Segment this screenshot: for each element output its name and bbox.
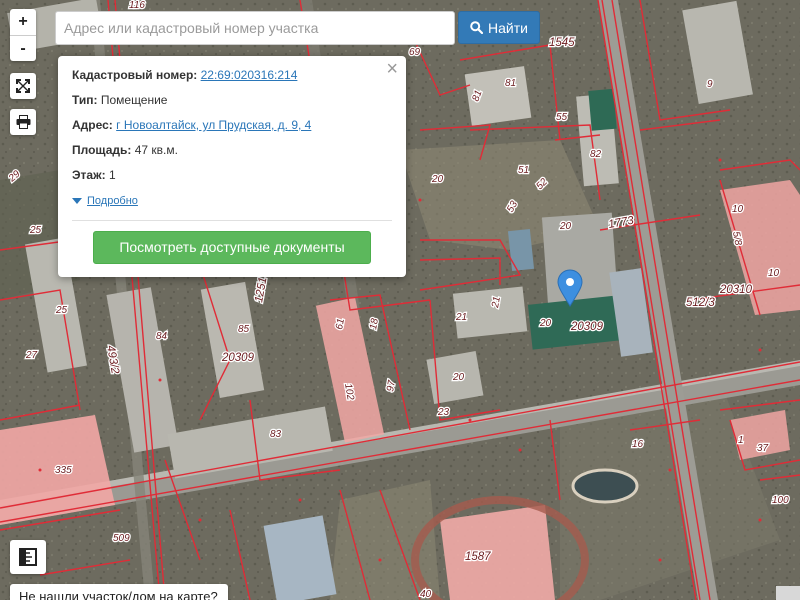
parcel-number-label: 37 — [757, 443, 769, 454]
cadastral-number-link[interactable]: 22:69:020316:214 — [201, 68, 298, 82]
parcel-number-label: 20309 — [221, 352, 255, 364]
parcel-number-label: 25 — [29, 225, 42, 236]
parcel-number-label: 69 — [409, 47, 421, 58]
parcel-number-label: 21 — [490, 296, 503, 310]
parcel-number-label: 82 — [590, 149, 602, 160]
printer-icon — [16, 115, 30, 129]
floor-label: Этаж: — [72, 168, 106, 182]
cadastral-label: Кадастровый номер: — [72, 68, 198, 82]
details-toggle-label: Подробно — [87, 195, 138, 207]
parcel-number-label: 25 — [55, 305, 68, 316]
parcel-number-label: 20 — [431, 174, 444, 185]
search-input[interactable] — [55, 11, 455, 45]
parcel-number-label: 51 — [518, 165, 529, 176]
search-icon — [470, 21, 484, 34]
zoom-out-button[interactable]: - — [10, 35, 36, 61]
measure-button[interactable] — [10, 540, 46, 574]
details-toggle[interactable]: Подробно — [72, 195, 138, 207]
type-label: Тип: — [72, 93, 98, 107]
parcel-number-label: 81 — [505, 78, 516, 89]
area-label: Площадь: — [72, 143, 132, 157]
zoom-in-button[interactable]: + — [10, 9, 36, 35]
area-row: Площадь: 47 кв.м. — [72, 143, 392, 168]
parcel-number-label: 16 — [632, 439, 644, 450]
parcel-number-label: 10 — [732, 204, 744, 215]
parcel-number-label: 100 — [772, 495, 789, 506]
parcel-number-label: 40 — [420, 589, 432, 600]
type-row: Тип: Помещение — [72, 93, 392, 118]
zoom-control: + - — [10, 9, 36, 61]
floor-value: 1 — [108, 168, 116, 182]
parcel-number-label: 85 — [238, 324, 250, 335]
parcel-number-label: 23 — [437, 407, 450, 418]
type-value: Помещение — [100, 93, 168, 107]
parcel-number-label: 20309 — [570, 321, 604, 333]
map-corner-control[interactable] — [776, 586, 800, 600]
parcel-number-label: 116 — [129, 0, 145, 11]
ruler-icon — [19, 548, 37, 566]
parcel-number-label: 9 — [707, 79, 713, 90]
not-found-link[interactable]: Не нашли участок/дом на карте? — [10, 584, 228, 600]
popup-divider — [72, 220, 392, 221]
search-button-label: Найти — [488, 19, 528, 36]
parcel-number-label: 20310 — [719, 284, 753, 296]
parcel-number-label: 1 — [738, 435, 744, 446]
parcel-number-label: 1545 — [549, 37, 575, 49]
parcel-number-label: 10 — [768, 268, 780, 279]
parcel-number-label: 512/3 — [686, 297, 715, 309]
parcel-number-label: 335 — [55, 465, 72, 476]
close-icon[interactable]: × — [386, 58, 398, 81]
parcel-number-label: 20 — [539, 318, 552, 329]
address-label: Адрес: — [72, 118, 113, 132]
address-row: Адрес: г Новоалтайск, ул Прудская, д. 9,… — [72, 118, 392, 143]
parcel-number-label: 509 — [113, 533, 130, 544]
parcel-number-label: 84 — [156, 331, 168, 342]
search-button[interactable]: Найти — [458, 11, 540, 44]
print-button[interactable] — [10, 109, 36, 135]
parcel-number-label: 55 — [556, 112, 568, 123]
parcel-number-label: 61 — [334, 318, 347, 331]
address-link[interactable]: г Новоалтайск, ул Прудская, д. 9, 4 — [116, 118, 311, 132]
parcel-number-label: 20 — [559, 221, 572, 232]
expand-icon — [16, 79, 30, 93]
cadastral-row: Кадастровый номер: 22:69:020316:214 — [72, 68, 392, 93]
view-documents-button[interactable]: Посмотреть доступные документы — [93, 231, 371, 264]
fullscreen-button[interactable] — [10, 73, 36, 99]
parcel-number-label: 83 — [270, 429, 282, 440]
parcel-number-label: 20 — [452, 372, 465, 383]
floor-row: Этаж: 1 — [72, 168, 392, 193]
area-value: 47 кв.м. — [134, 143, 178, 157]
parcel-info-popup: × Кадастровый номер: 22:69:020316:214 Ти… — [58, 56, 406, 277]
parcel-number-label: 1587 — [465, 551, 491, 563]
parcel-number-label: 21 — [455, 312, 467, 323]
caret-down-icon — [72, 198, 82, 204]
parcel-number-label: 27 — [25, 350, 38, 361]
